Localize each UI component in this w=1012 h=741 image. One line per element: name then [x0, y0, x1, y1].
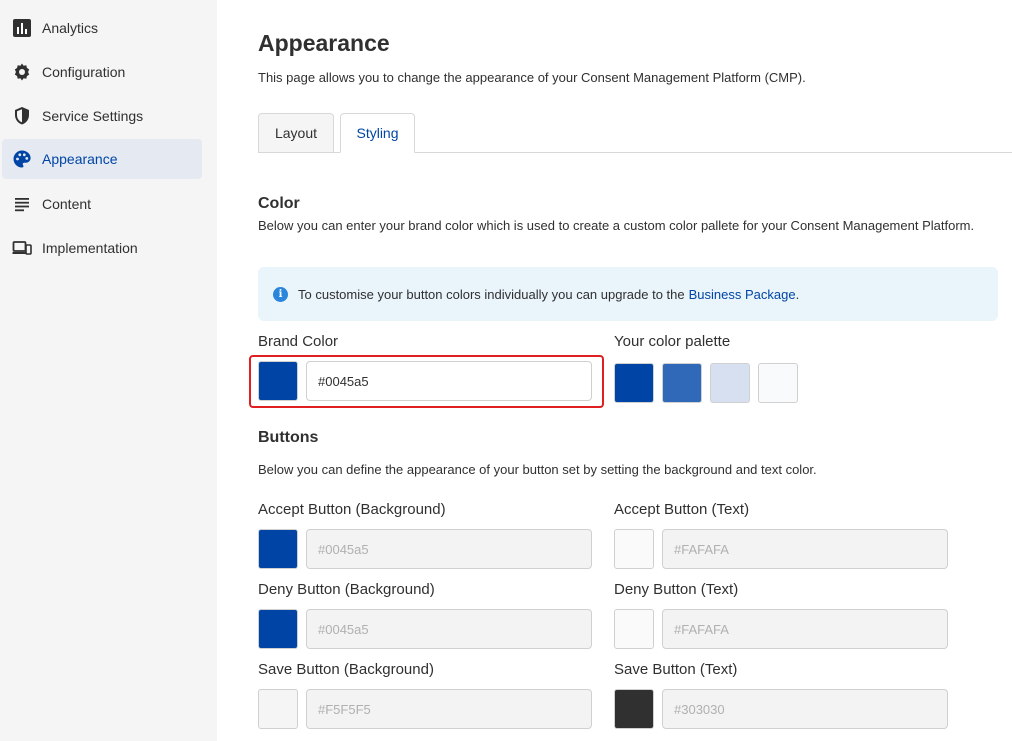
info-text: To customise your button colors individu… — [298, 286, 685, 302]
deny-text-input — [662, 609, 948, 649]
sidebar-item-analytics[interactable]: Analytics — [2, 8, 202, 48]
accept-text-input — [662, 529, 948, 569]
palette-swatch — [758, 363, 798, 403]
sidebar: Analytics Configuration Service Settings… — [0, 0, 217, 741]
accept-bg-swatch — [258, 529, 298, 569]
sidebar-item-implementation[interactable]: Implementation — [2, 228, 202, 268]
accept-text-label: Accept Button (Text) — [614, 501, 750, 518]
palette-swatch — [662, 363, 702, 403]
upgrade-info-box: i To customise your button colors indivi… — [258, 267, 998, 321]
tab-layout[interactable]: Layout — [258, 113, 334, 153]
save-bg-input — [306, 689, 592, 729]
deny-text-swatch — [614, 609, 654, 649]
deny-bg-input — [306, 609, 592, 649]
brand-color-swatch[interactable] — [258, 361, 298, 401]
shield-icon — [12, 106, 32, 126]
tab-bar: Layout Styling — [258, 113, 1012, 153]
color-section-description: Below you can enter your brand color whi… — [258, 218, 975, 233]
palette-swatch — [614, 363, 654, 403]
save-text-input — [662, 689, 948, 729]
save-text-swatch — [614, 689, 654, 729]
info-suffix: . — [795, 286, 800, 302]
brand-color-input[interactable] — [306, 361, 592, 401]
sidebar-item-label: Analytics — [42, 20, 99, 36]
devices-icon — [12, 238, 32, 258]
sidebar-item-label: Content — [42, 196, 92, 212]
business-package-link[interactable]: Business Package — [689, 287, 796, 302]
bar-chart-icon — [12, 18, 32, 38]
accept-bg-label: Accept Button (Background) — [258, 501, 446, 518]
accept-text-swatch — [614, 529, 654, 569]
buttons-section-title: Buttons — [258, 429, 319, 446]
sidebar-item-service-settings[interactable]: Service Settings — [2, 96, 202, 136]
deny-bg-swatch — [258, 609, 298, 649]
brand-color-label: Brand Color — [258, 333, 339, 350]
gear-icon — [12, 62, 32, 82]
deny-text-label: Deny Button (Text) — [614, 581, 739, 598]
save-text-label: Save Button (Text) — [614, 661, 738, 678]
sidebar-item-content[interactable]: Content — [2, 184, 202, 224]
color-section-title: Color — [258, 195, 300, 212]
text-lines-icon — [12, 194, 32, 214]
sidebar-item-appearance[interactable]: Appearance — [2, 139, 202, 179]
sidebar-item-label: Service Settings — [42, 108, 144, 124]
palette-icon — [12, 149, 32, 169]
page-title: Appearance — [258, 30, 390, 56]
page-description: This page allows you to change the appea… — [258, 70, 806, 85]
palette-swatch — [710, 363, 750, 403]
sidebar-item-label: Configuration — [42, 64, 126, 80]
info-icon: i — [273, 286, 288, 302]
deny-bg-label: Deny Button (Background) — [258, 581, 435, 598]
tab-styling[interactable]: Styling — [340, 113, 415, 153]
palette-label: Your color palette — [614, 333, 731, 350]
sidebar-item-label: Implementation — [42, 240, 138, 256]
buttons-section-description: Below you can define the appearance of y… — [258, 462, 817, 477]
save-bg-swatch — [258, 689, 298, 729]
sidebar-item-label: Appearance — [42, 151, 118, 167]
sidebar-item-configuration[interactable]: Configuration — [2, 52, 202, 92]
accept-bg-input — [306, 529, 592, 569]
save-bg-label: Save Button (Background) — [258, 661, 434, 678]
